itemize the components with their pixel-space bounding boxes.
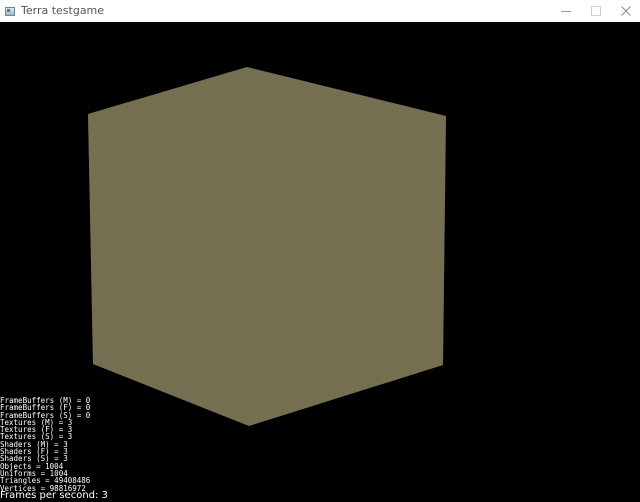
render-viewport[interactable]: FrameBuffers (M) = 0 FrameBuffers (F) = 0…: [0, 22, 640, 502]
window-title: Terra testgame: [21, 4, 105, 17]
close-icon: [621, 6, 631, 16]
cube-face: [88, 67, 446, 426]
cube-scene: [88, 67, 446, 426]
minimize-button[interactable]: [552, 0, 580, 22]
window-app-icon: [5, 6, 15, 16]
app-window: Terra testgame FrameBuffers (M) = 0 Fram…: [0, 0, 640, 502]
window-controls: [550, 0, 640, 22]
fps-counter: Frames per second: 3: [0, 490, 108, 501]
maximize-button[interactable]: [582, 0, 610, 22]
render-stats: FrameBuffers (M) = 0 FrameBuffers (F) = 0…: [0, 397, 90, 492]
close-button[interactable]: [612, 0, 640, 22]
maximize-icon: [591, 6, 601, 16]
minimize-icon: [561, 11, 571, 12]
title-bar[interactable]: Terra testgame: [0, 0, 640, 22]
